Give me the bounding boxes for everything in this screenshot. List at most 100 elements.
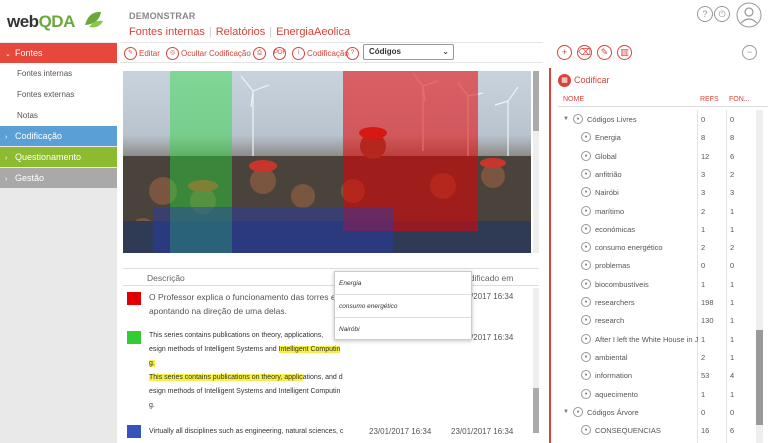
chevron-right-icon: ›: [5, 155, 8, 162]
code-fon: 1: [730, 279, 735, 289]
code-row[interactable]: ● information 53 4: [558, 367, 756, 385]
col-fon[interactable]: FON...: [729, 96, 750, 103]
eye-off-icon: ◎: [166, 47, 179, 61]
code-fon: 1: [730, 224, 735, 234]
logo[interactable]: webQDA: [0, 0, 117, 42]
nav-fontes-internas[interactable]: Fontes internas: [0, 63, 117, 84]
popup-item-energia[interactable]: Energia: [335, 272, 471, 295]
popup-item-consumo[interactable]: consumo energético: [335, 295, 471, 318]
codes-scrollbar[interactable]: [756, 110, 763, 443]
grid-icon: ▦: [558, 74, 571, 88]
table-row-description[interactable]: O Professor explica o funcionamento das …: [149, 290, 363, 318]
code-name: Códigos Árvore: [587, 407, 639, 417]
pencil-icon: ✎: [600, 47, 609, 57]
code-fon: 1: [730, 334, 735, 344]
add-code-button[interactable]: +: [557, 45, 572, 60]
code-node-icon: ●: [581, 297, 591, 307]
table-scrollbar[interactable]: [533, 288, 539, 433]
codes-select[interactable]: Códigos ⌄: [363, 44, 454, 60]
code-row[interactable]: ● aquecimento 1 1: [558, 386, 756, 404]
pdf-button[interactable]: PDF: [273, 46, 288, 61]
nav-codificacao[interactable]: › Codificação: [0, 126, 117, 146]
code-row[interactable]: ● CONSEQUENCIAS 16 6: [558, 422, 756, 440]
code-row[interactable]: ● researchers 198 1: [558, 294, 756, 312]
col-refs[interactable]: REFS: [700, 96, 719, 103]
coding-button[interactable]: i Codificação: [292, 46, 349, 61]
code-row[interactable]: ● marítimo 2 1: [558, 203, 756, 221]
code-row[interactable]: ● económicas 1 1: [558, 221, 756, 239]
code-row[interactable]: ● After I left the White House in J11: [558, 331, 756, 349]
user-avatar-icon[interactable]: [736, 2, 762, 28]
code-name: research: [595, 316, 625, 326]
code-node-icon: ●: [581, 187, 591, 198]
code-book-button[interactable]: ▥: [617, 45, 632, 60]
code-fon: 3: [730, 188, 735, 198]
code-fon: 1: [730, 316, 735, 326]
coding-overlay-blue[interactable]: [153, 207, 393, 253]
table-row-description[interactable]: This series contains publications on the…: [149, 329, 363, 413]
minus-icon: −: [746, 47, 753, 57]
codify-button[interactable]: ▦ Codificar: [558, 73, 610, 88]
code-name: Códigos Livres: [587, 115, 637, 124]
code-folder-row[interactable]: ▼ ● Códigos Livres 0 0: [558, 111, 756, 129]
toolbar: ✎ Editar ◎ Ocultar Codificação ⎙ PDF i Codi…: [120, 42, 543, 63]
breadcrumb-relatorios[interactable]: Relatórios: [216, 26, 266, 38]
code-refs: 130: [701, 316, 714, 326]
book-icon: ▥: [620, 47, 629, 57]
power-icon[interactable]: ⏻: [714, 6, 730, 22]
code-refs: 2: [701, 352, 706, 362]
info-icon: i: [292, 47, 305, 61]
popup-item-nairobi[interactable]: Nairóbi: [335, 318, 471, 341]
code-name: problemas: [595, 261, 631, 271]
code-name: anfitrião: [595, 169, 622, 179]
code-row[interactable]: ● ambiental 2 1: [558, 349, 756, 367]
panel-divider: [549, 68, 551, 443]
source-image[interactable]: [123, 71, 531, 253]
nav-gestao[interactable]: › Gestão: [0, 168, 117, 188]
code-refs: 0: [701, 407, 706, 417]
divider: [558, 106, 768, 107]
tree-toggle-icon[interactable]: ▼: [563, 409, 569, 415]
edit-code-button[interactable]: ✎: [597, 45, 612, 60]
breadcrumb-energia-aeolica[interactable]: EnergiaAeolica: [276, 26, 350, 38]
print-button[interactable]: ⎙: [253, 46, 268, 61]
col-name[interactable]: NOME: [563, 96, 584, 103]
table-row-description[interactable]: Virtually all disciplines such as engine…: [149, 425, 367, 439]
breadcrumb-fontes-internas[interactable]: Fontes internas: [129, 26, 205, 38]
tree-toggle-icon[interactable]: ▼: [563, 116, 569, 122]
code-row[interactable]: ● Nairóbi 3 3: [558, 184, 756, 202]
col-description[interactable]: Descrição: [147, 273, 185, 283]
code-fon: 6: [730, 426, 735, 436]
code-row[interactable]: ● biocombustíveis 1 1: [558, 276, 756, 294]
code-fon: 1: [730, 298, 735, 307]
code-fon: 0: [730, 407, 735, 417]
code-node-icon: ●: [581, 351, 591, 362]
chevron-right-icon: ›: [5, 134, 8, 141]
help-icon[interactable]: ?: [697, 6, 713, 22]
hide-coding-button[interactable]: ◎ Ocultar Codificação: [166, 46, 251, 61]
delete-code-button[interactable]: ⌫: [577, 45, 592, 60]
code-row[interactable]: ● consumo energético 2 2: [558, 239, 756, 257]
nav-notas[interactable]: Notas: [0, 105, 117, 126]
code-node-icon: ●: [581, 132, 591, 143]
code-folder-row[interactable]: ▼ ● Códigos Árvore 0 0: [558, 404, 756, 422]
code-refs: 8: [701, 133, 706, 143]
image-scrollbar[interactable]: [533, 71, 539, 253]
code-row[interactable]: ● Energia 8 8: [558, 129, 756, 147]
help-coding-button[interactable]: ?: [346, 46, 361, 61]
code-fon: 4: [730, 371, 735, 381]
leaf-icon: [85, 11, 103, 28]
collapse-button[interactable]: −: [742, 45, 757, 60]
nav-questionamento[interactable]: › Questionamento: [0, 147, 117, 167]
code-fon: 1: [730, 206, 735, 216]
nav-fontes-externas[interactable]: Fontes externas: [0, 84, 117, 105]
code-row[interactable]: ● Global 12 6: [558, 148, 756, 166]
logo-text: webQDA: [7, 12, 75, 31]
code-row[interactable]: ● problemas 0 0: [558, 257, 756, 275]
code-refs: 0: [701, 261, 706, 271]
code-refs: 1: [701, 334, 706, 344]
edit-button[interactable]: ✎ Editar: [124, 46, 160, 61]
nav-fontes[interactable]: ⌄ Fontes: [0, 43, 117, 63]
code-row[interactable]: ● research 130 1: [558, 312, 756, 330]
code-row[interactable]: ● anfitrião 3 2: [558, 166, 756, 184]
